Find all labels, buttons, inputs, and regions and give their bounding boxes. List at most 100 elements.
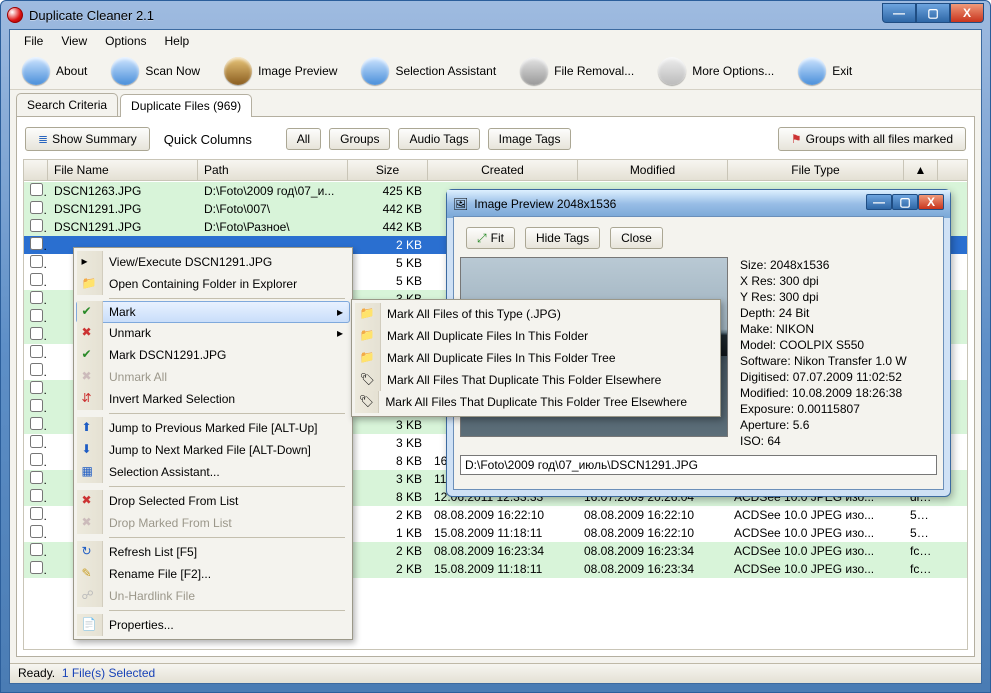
menu-file[interactable]: File [16,32,51,50]
tab-duplicate-files[interactable]: Duplicate Files (969) [120,94,252,117]
fit-button[interactable]: ⤢Fit [466,227,515,249]
row-checkbox[interactable] [30,525,43,538]
picture-icon [224,57,252,85]
close-preview-button[interactable]: Close [610,227,663,249]
menu-options[interactable]: Options [97,32,154,50]
minimize-button[interactable]: — [882,3,916,23]
row-checkbox[interactable] [30,201,43,214]
ctx-mark-submenu[interactable]: ✔Mark▸ [76,301,350,323]
scan-button[interactable]: Scan Now [111,57,200,85]
main-titlebar[interactable]: Duplicate Cleaner 2.1 [1,1,990,29]
show-summary-button[interactable]: ≣Show Summary [25,127,150,151]
mark-submenu[interactable]: 📁Mark All Files of this Type (.JPG) 📁Mar… [351,299,721,417]
row-checkbox[interactable] [30,183,43,196]
exit-button[interactable]: Exit [798,57,852,85]
close-button[interactable]: X [950,3,984,23]
folder-tag-icon: 🏷 [359,394,375,410]
preview-path: D:\Foto\2009 год\07_июль\DSCN1291.JPG [460,455,937,475]
ctx-view-execute[interactable]: ▸View/Execute DSCN1291.JPG [77,251,349,273]
menu-help[interactable]: Help [157,32,198,50]
sub-mark-tree[interactable]: 📁Mark All Duplicate Files In This Folder… [355,347,717,369]
col-all-button[interactable]: All [286,128,321,150]
preview-close-button[interactable]: X [918,194,944,210]
row-checkbox[interactable] [30,363,43,376]
row-checkbox[interactable] [30,471,43,484]
more-options-button[interactable]: More Options... [658,57,774,85]
image-preview-button[interactable]: Image Preview [224,57,337,85]
preview-maximize-button[interactable]: ▢ [892,194,918,210]
groups-all-marked-button[interactable]: ⚑Groups with all files marked [778,127,966,151]
submenu-arrow-icon: ▸ [337,305,343,319]
selection-assistant-button[interactable]: Selection Assistant [361,57,496,85]
header-modified[interactable]: Modified [578,160,728,180]
row-checkbox[interactable] [30,255,43,268]
col-groups-button[interactable]: Groups [329,128,390,150]
row-checkbox[interactable] [30,381,43,394]
sub-mark-folder[interactable]: 📁Mark All Duplicate Files In This Folder [355,325,717,347]
file-removal-button[interactable]: File Removal... [520,57,634,85]
header-size[interactable]: Size [348,160,428,180]
separator [109,610,345,611]
folder-icon: 📁 [82,276,98,292]
context-menu[interactable]: ▸View/Execute DSCN1291.JPG 📁Open Contain… [73,247,353,640]
row-checkbox[interactable] [30,273,43,286]
row-checkbox[interactable] [30,345,43,358]
ctx-unhardlink[interactable]: ☍Un-Hardlink File [77,585,349,607]
header-path[interactable]: Path [198,160,348,180]
row-checkbox[interactable] [30,543,43,556]
header-sort-indicator[interactable]: ▲ [904,160,938,180]
hide-tags-button[interactable]: Hide Tags [525,227,600,249]
selassist-label: Selection Assistant [395,64,496,78]
ctx-open-folder[interactable]: 📁Open Containing Folder in Explorer [77,273,349,295]
row-checkbox[interactable] [30,309,43,322]
app-icon [7,7,23,23]
row-checkbox[interactable] [30,507,43,520]
ctx-jump-next[interactable]: ⬇Jump to Next Marked File [ALT-Down] [77,439,349,461]
menu-view[interactable]: View [53,32,95,50]
row-checkbox[interactable] [30,237,43,250]
sub-mark-type[interactable]: 📁Mark All Files of this Type (.JPG) [355,303,717,325]
row-checkbox[interactable] [30,561,43,574]
header-created[interactable]: Created [428,160,578,180]
sub-mark-elsewhere[interactable]: 🏷Mark All Files That Duplicate This Fold… [355,369,717,391]
ctx-refresh[interactable]: ↻Refresh List [F5] [77,541,349,563]
ctx-jump-prev[interactable]: ⬆Jump to Previous Marked File [ALT-Up] [77,417,349,439]
ctx-unmark-all[interactable]: ✖Unmark All [77,366,349,388]
row-checkbox[interactable] [30,219,43,232]
ctx-properties[interactable]: 📄Properties... [77,614,349,636]
ctx-drop-selected[interactable]: ✖Drop Selected From List [77,490,349,512]
cell-size: 425 KB [348,184,428,198]
row-checkbox[interactable] [30,453,43,466]
ctx-drop-marked[interactable]: ✖Drop Marked From List [77,512,349,534]
cell-size: 8 KB [348,454,428,468]
row-checkbox[interactable] [30,327,43,340]
sub-mark-tree-elsewhere[interactable]: 🏷Mark All Files That Duplicate This Fold… [355,391,717,413]
preview-minimize-button[interactable]: — [866,194,892,210]
cell-size: 8 KB [348,490,428,504]
window-title: Duplicate Cleaner 2.1 [29,8,154,23]
cell-size: 2 KB [348,544,428,558]
ctx-mark-file[interactable]: ✔Mark DSCN1291.JPG [77,344,349,366]
ctx-selection-assistant[interactable]: ▦Selection Assistant... [77,461,349,483]
more-label: More Options... [692,64,774,78]
header-checkbox[interactable] [24,160,48,180]
col-audio-button[interactable]: Audio Tags [398,128,479,150]
maximize-button[interactable]: ▢ [916,3,950,23]
row-checkbox[interactable] [30,435,43,448]
header-filename[interactable]: File Name [48,160,198,180]
about-button[interactable]: About [22,57,87,85]
expand-icon: ⤢ [477,231,487,246]
ctx-unmark-submenu[interactable]: ✖Unmark▸ [77,322,349,344]
row-checkbox[interactable] [30,417,43,430]
tab-search-criteria[interactable]: Search Criteria [16,93,118,116]
status-ready: Ready. [18,666,55,680]
ctx-rename[interactable]: ✎Rename File [F2]... [77,563,349,585]
row-checkbox[interactable] [30,291,43,304]
row-checkbox[interactable] [30,399,43,412]
refresh-icon: ↻ [82,544,98,560]
header-filetype[interactable]: File Type [728,160,904,180]
meta-iso: ISO: 64 [740,433,907,449]
ctx-invert-marked[interactable]: ⇵Invert Marked Selection [77,388,349,410]
row-checkbox[interactable] [30,489,43,502]
col-image-button[interactable]: Image Tags [488,128,572,150]
